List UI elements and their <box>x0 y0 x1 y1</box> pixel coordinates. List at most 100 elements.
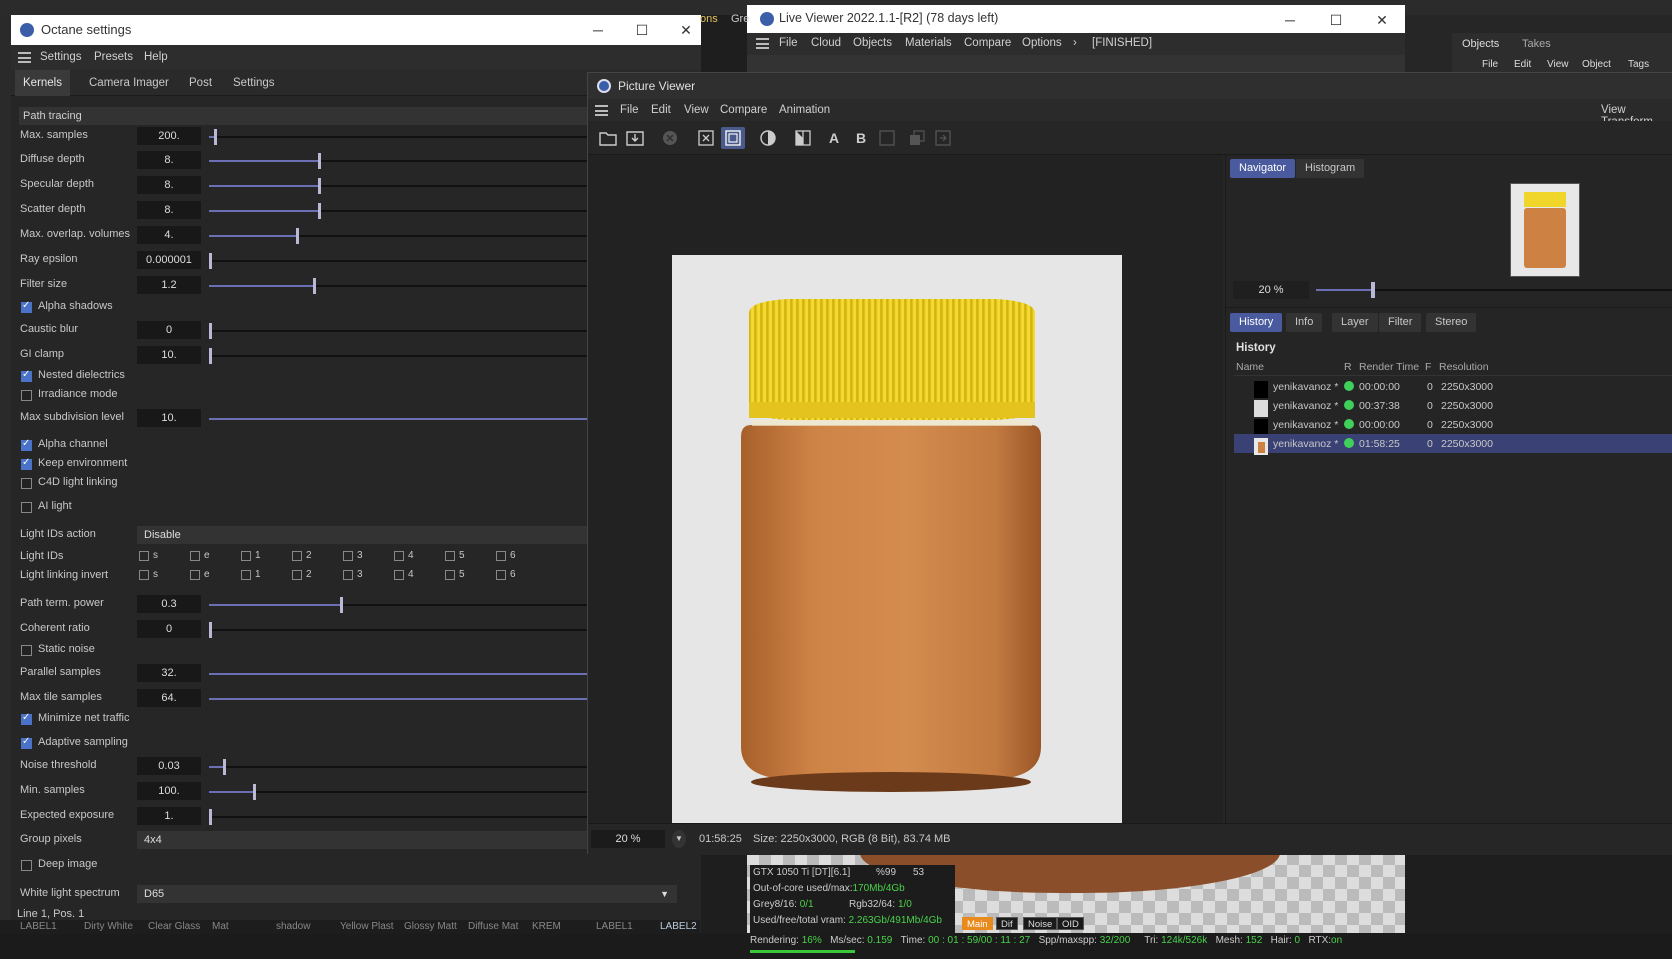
section-path-tracing[interactable]: Path tracing <box>19 107 599 125</box>
max-overlap-field[interactable]: 4. <box>137 226 201 244</box>
scatter-depth-field[interactable]: 8. <box>137 201 201 219</box>
ray-epsilon-slider[interactable] <box>209 253 601 269</box>
minimize-icon[interactable]: ─ <box>587 19 609 41</box>
chip-main[interactable]: Main <box>962 917 993 930</box>
objects-menu-object[interactable]: Object <box>1582 59 1611 70</box>
tab-stereo[interactable]: Stereo <box>1426 313 1477 332</box>
parallel-samples-field[interactable]: 32. <box>137 664 201 682</box>
parallel-samples-slider[interactable] <box>209 673 601 675</box>
specular-depth-slider[interactable] <box>209 178 601 194</box>
path-term-slider[interactable] <box>209 597 601 613</box>
partial-tab-gre[interactable]: Gre <box>731 13 749 25</box>
expected-exposure-slider[interactable] <box>209 809 601 825</box>
light-linking-invert-checkbox-3[interactable] <box>343 570 353 580</box>
gi-clamp-field[interactable]: 10. <box>137 346 201 364</box>
tab-histogram[interactable]: Histogram <box>1296 159 1365 178</box>
light-ids-checkbox-5[interactable] <box>445 551 455 561</box>
menu-help[interactable]: Help <box>144 51 168 63</box>
contrast-icon[interactable] <box>756 127 780 149</box>
objects-menu-edit[interactable]: Edit <box>1514 59 1531 70</box>
set-a-icon[interactable]: A <box>822 127 846 149</box>
pv-menu-compare[interactable]: Compare <box>720 104 767 116</box>
max-subdivision-slider[interactable] <box>209 418 601 420</box>
material-diffuse-mat[interactable]: Diffuse Mat <box>468 921 518 932</box>
zoom-dropdown-chevron-icon[interactable]: ▼ <box>672 830 686 848</box>
material-yellow-plast[interactable]: Yellow Plast <box>340 921 394 932</box>
minimize-net-checkbox[interactable] <box>21 712 32 725</box>
min-samples-slider[interactable] <box>209 784 601 800</box>
tab-camera-imager[interactable]: Camera Imager <box>81 70 177 96</box>
nested-dielectrics-checkbox[interactable] <box>21 369 32 382</box>
close-icon[interactable]: ✕ <box>675 19 697 41</box>
ray-epsilon-field[interactable]: 0.000001 <box>137 251 201 269</box>
group-pixels-dropdown[interactable]: 4x4 <box>137 831 601 849</box>
coherent-ratio-field[interactable]: 0 <box>137 620 201 638</box>
max-samples-slider[interactable] <box>209 129 601 145</box>
partial-tab-ons[interactable]: ons <box>700 13 718 25</box>
material-label-1[interactable]: LABEL1 <box>20 921 57 932</box>
navigator-zoom-slider[interactable] <box>1316 282 1672 298</box>
history-row-selected[interactable]: yenikavanoz * 01:58:25 0 2250x3000 <box>1234 434 1672 455</box>
filter-size-slider[interactable] <box>209 278 601 294</box>
live-close-icon[interactable]: ✕ <box>1371 9 1393 31</box>
layer-in-icon[interactable] <box>931 127 955 149</box>
alpha-channel-checkbox[interactable] <box>21 438 32 451</box>
save-icon[interactable] <box>623 127 647 149</box>
objects-menu-tags[interactable]: Tags <box>1628 59 1649 70</box>
maximize-icon[interactable]: ☐ <box>631 19 653 41</box>
col-f[interactable]: F <box>1425 361 1431 373</box>
navigator-thumbnail[interactable] <box>1510 183 1580 277</box>
footer-zoom-field[interactable]: 20 % <box>591 830 665 848</box>
light-ids-action-dropdown[interactable]: Disable <box>137 526 601 544</box>
expected-exposure-field[interactable]: 1. <box>137 807 201 825</box>
keep-environment-checkbox[interactable] <box>21 457 32 470</box>
live-minimize-icon[interactable]: ─ <box>1279 9 1301 31</box>
pv-menu-file[interactable]: File <box>620 104 639 116</box>
tab-kernels[interactable]: Kernels <box>15 70 70 96</box>
objects-menu-view[interactable]: View <box>1547 59 1569 70</box>
tab-objects[interactable]: Objects <box>1462 38 1499 50</box>
pv-menu-animation[interactable]: Animation <box>779 104 830 116</box>
caustic-blur-slider[interactable] <box>209 323 601 339</box>
specular-depth-field[interactable]: 8. <box>137 176 201 194</box>
static-noise-checkbox[interactable] <box>21 645 32 656</box>
min-samples-field[interactable]: 100. <box>137 782 201 800</box>
path-term-field[interactable]: 0.3 <box>137 595 201 613</box>
light-linking-invert-checkbox-6[interactable] <box>496 570 506 580</box>
pv-menu-edit[interactable]: Edit <box>651 104 671 116</box>
deep-image-checkbox[interactable] <box>21 860 32 871</box>
white-light-dropdown[interactable]: D65 ▼ <box>137 885 677 903</box>
material-mat[interactable]: Mat <box>212 921 229 932</box>
light-ids-checkbox-4[interactable] <box>394 551 404 561</box>
diffuse-depth-field[interactable]: 8. <box>137 151 201 169</box>
live-menu-materials[interactable]: Materials <box>905 37 952 49</box>
history-row[interactable]: yenikavanoz * 00:37:38 0 2250x3000 <box>1234 396 1672 417</box>
col-render-time[interactable]: Render Time <box>1359 361 1419 373</box>
live-menu-options[interactable]: Options <box>1022 37 1062 49</box>
gi-clamp-slider[interactable] <box>209 348 601 364</box>
tab-post[interactable]: Post <box>181 70 220 96</box>
history-row[interactable]: yenikavanoz * 00:00:00 0 2250x3000 <box>1234 377 1672 398</box>
history-row[interactable]: yenikavanoz * 00:00:00 0 2250x3000 <box>1234 415 1672 436</box>
scatter-depth-slider[interactable] <box>209 203 601 219</box>
menu-presets[interactable]: Presets <box>94 51 133 63</box>
tab-history[interactable]: History <box>1230 313 1283 332</box>
objects-menu-file[interactable]: File <box>1482 59 1498 70</box>
alpha-shadows-checkbox[interactable] <box>21 300 32 313</box>
light-ids-checkbox-s[interactable] <box>139 551 149 561</box>
chip-oid[interactable]: OID <box>1057 917 1084 930</box>
material-shadow[interactable]: shadow <box>276 921 310 932</box>
live-menu-objects[interactable]: Objects <box>853 37 892 49</box>
max-subdivision-field[interactable]: 10. <box>137 409 201 427</box>
pv-menu-view[interactable]: View <box>684 104 709 116</box>
tab-takes[interactable]: Takes <box>1522 38 1551 50</box>
live-menu-file[interactable]: File <box>779 37 798 49</box>
layer-up-icon[interactable] <box>905 127 929 149</box>
material-clear-glass[interactable]: Clear Glass <box>148 921 200 932</box>
col-resolution[interactable]: Resolution <box>1439 361 1489 373</box>
light-ids-checkbox-2[interactable] <box>292 551 302 561</box>
diffuse-depth-slider[interactable] <box>209 153 601 169</box>
tab-settings[interactable]: Settings <box>225 70 283 96</box>
pv-hamburger-icon[interactable] <box>595 105 608 116</box>
light-linking-invert-checkbox-1[interactable] <box>241 570 251 580</box>
